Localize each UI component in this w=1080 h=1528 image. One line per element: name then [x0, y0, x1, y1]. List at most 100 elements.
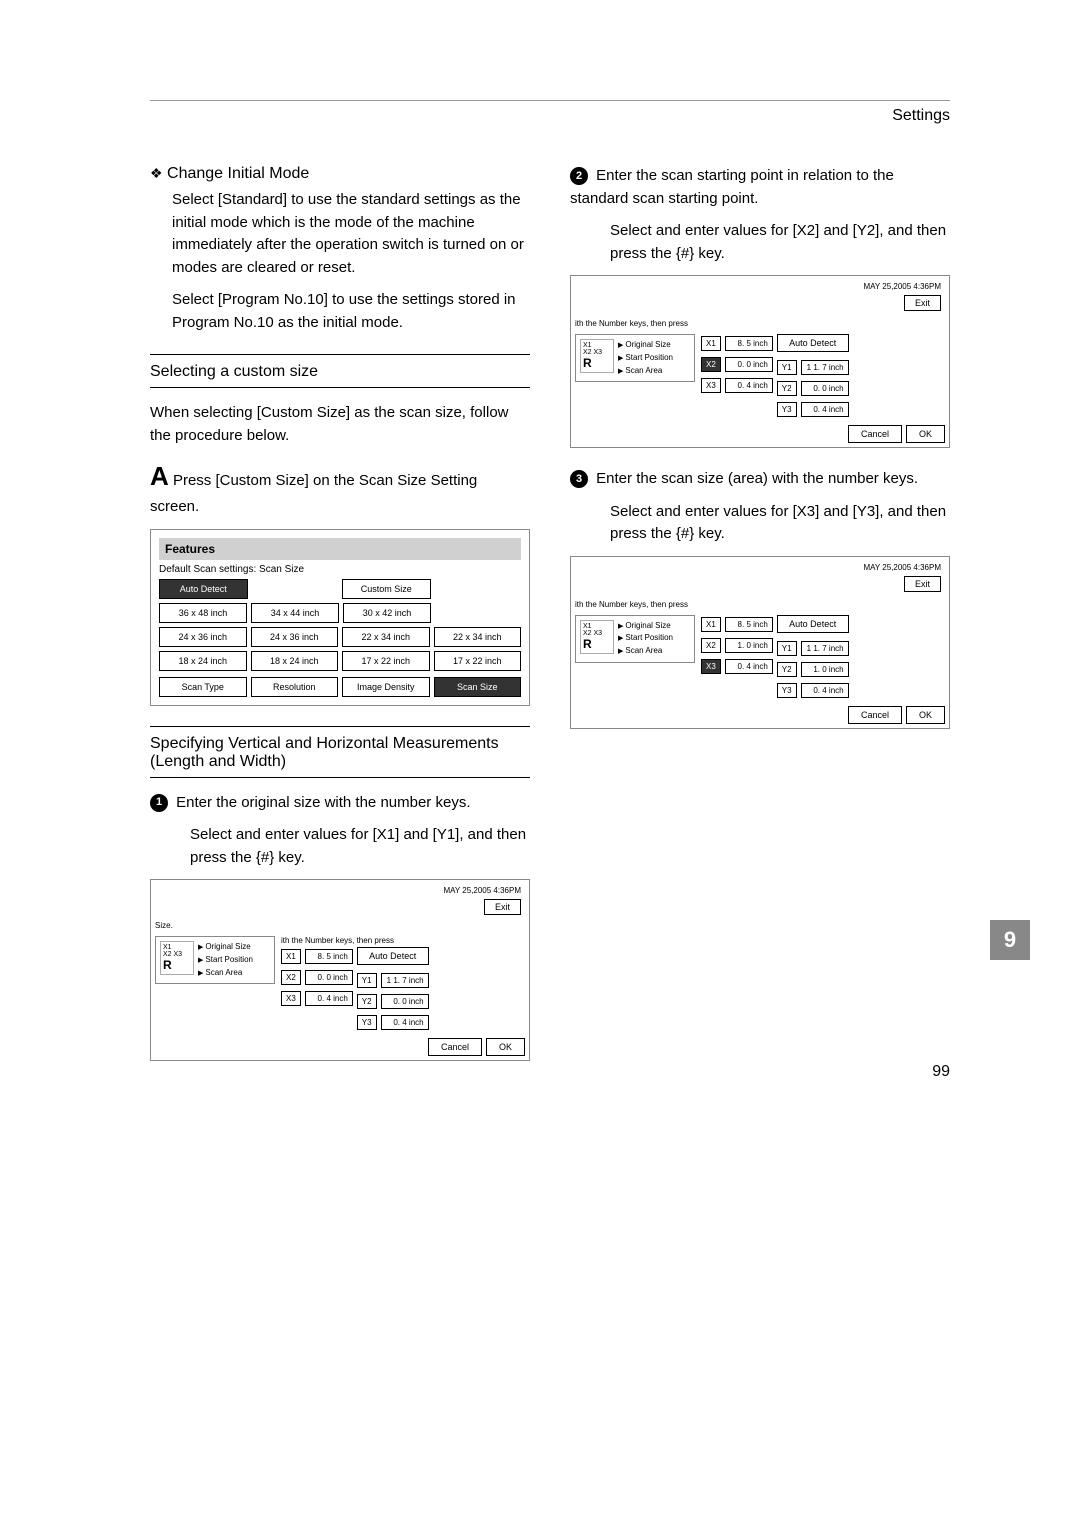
- custom-size-intro: When selecting [Custom Size] as the scan…: [150, 402, 530, 447]
- y1-value: 1 1. 7 inch: [381, 973, 429, 988]
- y2-value: 0. 0 inch: [801, 381, 849, 396]
- scan-area-label: Scan Area: [618, 365, 673, 378]
- x2-label[interactable]: X2: [701, 357, 721, 372]
- exit-button[interactable]: Exit: [904, 576, 941, 592]
- x1-value: 8. 5 inch: [725, 336, 773, 351]
- size-button[interactable]: 17 x 22 inch: [434, 651, 522, 671]
- y3-label[interactable]: Y3: [357, 1015, 377, 1030]
- tab-resolution[interactable]: Resolution: [251, 677, 339, 697]
- step-2-text: Enter the scan starting point in relatio…: [570, 167, 894, 207]
- ok-button[interactable]: OK: [906, 425, 945, 443]
- step-3-text: Enter the scan size (area) with the numb…: [596, 470, 918, 487]
- y3-value: 0. 4 inch: [801, 402, 849, 417]
- scan-area-label: Scan Area: [198, 967, 253, 980]
- features-subtitle: Default Scan settings: Scan Size: [159, 564, 521, 575]
- start-pos-label: Start Position: [198, 954, 253, 967]
- step-1-text: Enter the original size with the number …: [176, 794, 470, 811]
- x1-label[interactable]: X1: [281, 949, 301, 964]
- scan-diagram: X1 X2 X3 R Original Size Start Position …: [155, 936, 275, 984]
- size-button[interactable]: 30 x 42 inch: [343, 603, 431, 623]
- step-2: 2 Enter the scan starting point in relat…: [570, 165, 950, 210]
- size-button[interactable]: 18 x 24 inch: [251, 651, 339, 671]
- scan-date: MAY 25,2005 4:36PM: [443, 886, 521, 895]
- tab-scan-type[interactable]: Scan Type: [159, 677, 247, 697]
- step-3-sub: Select and enter values for [X3] and [Y3…: [610, 501, 950, 546]
- x2-value: 0. 0 inch: [725, 357, 773, 372]
- y1-label[interactable]: Y1: [777, 360, 797, 375]
- y2-label[interactable]: Y2: [777, 381, 797, 396]
- scan-panel-3: MAY 25,2005 4:36PM Exit ith the Number k…: [570, 556, 950, 729]
- step-3: 3 Enter the scan size (area) with the nu…: [570, 468, 950, 491]
- y2-label[interactable]: Y2: [777, 662, 797, 677]
- scan-area-label: Scan Area: [618, 645, 673, 658]
- y1-label[interactable]: Y1: [357, 973, 377, 988]
- exit-button[interactable]: Exit: [904, 295, 941, 311]
- x3-label[interactable]: X3: [281, 991, 301, 1006]
- scan-panel-2: MAY 25,2005 4:36PM Exit ith the Number k…: [570, 275, 950, 448]
- x2-label[interactable]: X2: [701, 638, 721, 653]
- spacer: [435, 603, 521, 623]
- scan-hint: ith the Number keys, then press: [575, 319, 945, 328]
- y3-label[interactable]: Y3: [777, 402, 797, 417]
- size-button[interactable]: 18 x 24 inch: [159, 651, 247, 671]
- rule: [150, 354, 530, 355]
- ok-button[interactable]: OK: [486, 1038, 525, 1056]
- cancel-button[interactable]: Cancel: [428, 1038, 482, 1056]
- x3-label[interactable]: X3: [701, 378, 721, 393]
- x3-value: 0. 4 inch: [305, 991, 353, 1006]
- spacer: [435, 579, 522, 599]
- start-pos-label: Start Position: [618, 632, 673, 645]
- change-initial-mode-p1: Select [Standard] to use the standard se…: [172, 189, 530, 279]
- cancel-button[interactable]: Cancel: [848, 425, 902, 443]
- y2-label[interactable]: Y2: [357, 994, 377, 1009]
- features-panel: Features Default Scan settings: Scan Siz…: [150, 529, 530, 706]
- size-button[interactable]: 22 x 34 inch: [342, 627, 430, 647]
- cancel-button[interactable]: Cancel: [848, 706, 902, 724]
- scan-date: MAY 25,2005 4:36PM: [863, 563, 941, 572]
- x3-value: 0. 4 inch: [725, 378, 773, 393]
- step-1-sub: Select and enter values for [X1] and [Y1…: [190, 824, 530, 869]
- size-button[interactable]: 36 x 48 inch: [159, 603, 247, 623]
- custom-size-button[interactable]: Custom Size: [342, 579, 431, 599]
- tab-image-density[interactable]: Image Density: [342, 677, 430, 697]
- auto-detect-button[interactable]: Auto Detect: [357, 947, 429, 965]
- x3-label[interactable]: X3: [701, 659, 721, 674]
- size-button[interactable]: 34 x 44 inch: [251, 603, 339, 623]
- left-column: ❖ Change Initial Mode Select [Standard] …: [150, 165, 530, 1081]
- y2-value: 0. 0 inch: [381, 994, 429, 1009]
- page-number: 99: [932, 1063, 950, 1081]
- scan-diagram: X1 X2 X3 R Original Size Start Position …: [575, 334, 695, 382]
- x2-label[interactable]: X2: [281, 970, 301, 985]
- diamond-icon: ❖: [150, 165, 163, 181]
- auto-detect-button[interactable]: Auto Detect: [777, 615, 849, 633]
- exit-button[interactable]: Exit: [484, 899, 521, 915]
- x2-value: 0. 0 inch: [305, 970, 353, 985]
- size-button[interactable]: 17 x 22 inch: [342, 651, 430, 671]
- scan-diagram: X1 X2 X3 R Original Size Start Position …: [575, 615, 695, 663]
- y1-label[interactable]: Y1: [777, 641, 797, 656]
- scan-hint: ith the Number keys, then press: [281, 936, 525, 945]
- x1-label[interactable]: X1: [701, 617, 721, 632]
- diag-x2x3: X2 X3: [583, 630, 611, 637]
- change-initial-mode-title: ❖ Change Initial Mode: [150, 165, 530, 183]
- diag-x2x3: X2 X3: [583, 349, 611, 356]
- header-section: Settings: [150, 107, 950, 125]
- auto-detect-button[interactable]: Auto Detect: [159, 579, 248, 599]
- right-column: 2 Enter the scan starting point in relat…: [570, 165, 950, 1081]
- size-label: Size.: [155, 921, 525, 930]
- size-button[interactable]: 24 x 36 inch: [251, 627, 339, 647]
- tab-scan-size[interactable]: Scan Size: [434, 677, 522, 697]
- orig-size-label: Original Size: [618, 339, 673, 352]
- x1-label[interactable]: X1: [701, 336, 721, 351]
- custom-size-title: Selecting a custom size: [150, 363, 530, 381]
- orig-size-label: Original Size: [198, 941, 253, 954]
- y3-label[interactable]: Y3: [777, 683, 797, 698]
- size-button[interactable]: 22 x 34 inch: [434, 627, 522, 647]
- size-button[interactable]: 24 x 36 inch: [159, 627, 247, 647]
- ok-button[interactable]: OK: [906, 706, 945, 724]
- step-2-sub: Select and enter values for [X2] and [Y2…: [610, 220, 950, 265]
- x2-value: 1. 0 inch: [725, 638, 773, 653]
- auto-detect-button[interactable]: Auto Detect: [777, 334, 849, 352]
- scan-hint: ith the Number keys, then press: [575, 600, 945, 609]
- rule: [150, 726, 530, 727]
